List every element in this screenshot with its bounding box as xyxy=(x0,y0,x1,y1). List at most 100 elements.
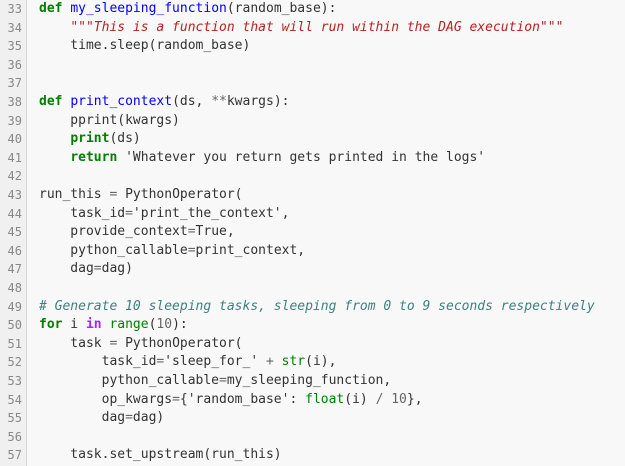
code-line: 54 op_kwargs={'random_base': float(i) / … xyxy=(0,391,625,410)
code-line: 42 xyxy=(0,167,625,186)
line-number: 50 xyxy=(7,318,22,333)
code-token: (i), xyxy=(305,354,337,370)
code-token: run_this xyxy=(39,187,110,202)
code-line: 40 print(ds) xyxy=(0,130,625,149)
code-line: 39 pprint(kwargs) xyxy=(0,112,625,131)
code-line: 37 xyxy=(0,74,625,93)
code-text: def my_sleeping_function(random_base): xyxy=(39,0,336,19)
code-token: op_kwargs xyxy=(39,391,173,407)
code-token: print_context, xyxy=(195,242,306,258)
code-token: 10 xyxy=(391,391,407,407)
line-number: 43 xyxy=(7,188,22,202)
code-token: pprint(kwargs) xyxy=(39,112,180,128)
code-line: 38 def print_context(ds, **kwargs): xyxy=(0,93,625,112)
code-token: ): xyxy=(172,317,188,333)
code-token: python_callable xyxy=(39,242,188,258)
code-text: python_callable=my_sleeping_function, xyxy=(39,372,392,391)
code-token: = xyxy=(125,410,133,426)
code-line: 52 task_id='sleep_for_' + str(i), xyxy=(0,353,625,372)
code-token: {'random_base': xyxy=(179,391,306,407)
code-token: (i) xyxy=(344,391,376,407)
code-token: kwargs): xyxy=(226,94,290,109)
line-number: 46 xyxy=(7,243,22,258)
code-text: pprint(kwargs) xyxy=(39,112,180,131)
code-token: dag) xyxy=(101,261,133,277)
line-number: 33 xyxy=(7,2,22,16)
code-token: task xyxy=(39,335,110,351)
code-token: = xyxy=(219,373,227,388)
code-token: def xyxy=(39,1,63,16)
code-text: print(ds) xyxy=(39,130,141,149)
code-text: provide_context=True, xyxy=(39,223,235,242)
line-number: 34 xyxy=(7,20,22,35)
code-text: for i in range(10): xyxy=(39,316,188,335)
code-token: time.sleep(random_base) xyxy=(39,38,251,54)
code-line: 33 def my_sleeping_function(random_base): xyxy=(0,0,625,19)
code-text: time.sleep(random_base) xyxy=(39,37,250,56)
code-token: # Generate 10 sleeping tasks, sleeping f… xyxy=(39,298,595,314)
line-number: 51 xyxy=(7,336,22,351)
code-token: = xyxy=(187,224,196,240)
code-line: 45 provide_context=True, xyxy=(0,223,625,242)
code-line: 48 xyxy=(0,279,625,298)
line-number: 38 xyxy=(7,95,22,109)
code-token: (ds) xyxy=(109,131,141,147)
code-token: 'Whatever you return gets printed in the… xyxy=(117,149,486,165)
line-number: 49 xyxy=(7,299,22,314)
code-token: return xyxy=(70,149,118,165)
code-token: in xyxy=(85,317,102,333)
code-text: run_this = PythonOperator( xyxy=(39,186,243,205)
code-token: dag xyxy=(39,410,126,426)
code-line: 47 dag=dag) xyxy=(0,260,625,279)
code-view: 33 def my_sleeping_function(random_base):… xyxy=(0,0,625,466)
code-line: 35 time.sleep(random_base) xyxy=(0,37,625,56)
line-number: 56 xyxy=(7,429,22,444)
code-text: dag=dag) xyxy=(39,260,133,279)
code-token: for xyxy=(39,317,63,333)
code-token: = xyxy=(93,261,102,277)
code-line: 34 """This is a function that will run w… xyxy=(0,19,625,38)
code-line: 55 dag=dag) xyxy=(0,409,625,428)
line-number: 41 xyxy=(7,150,22,165)
code-token: True, xyxy=(195,224,235,240)
code-token: float xyxy=(305,391,345,407)
code-token: PythonOperator( xyxy=(117,335,243,351)
code-text: task = PythonOperator( xyxy=(39,335,243,354)
code-text: dag=dag) xyxy=(39,409,165,428)
code-token: my_sleeping_function xyxy=(70,1,227,16)
line-number: 47 xyxy=(7,262,22,277)
line-number: 40 xyxy=(7,132,22,147)
code-text: task_id='print_the_context', xyxy=(39,205,289,224)
code-token: print_context xyxy=(70,94,173,109)
code-token: }, xyxy=(406,391,423,407)
code-token: ** xyxy=(211,94,227,109)
code-token: my_sleeping_function, xyxy=(226,373,392,388)
line-number: 45 xyxy=(7,225,22,240)
code-line: 44 task_id='print_the_context', xyxy=(0,205,625,224)
code-text: op_kwargs={'random_base': float(i) / 10}… xyxy=(39,391,423,410)
code-text: return 'Whatever you return gets printed… xyxy=(39,149,485,168)
code-line: 36 xyxy=(0,56,625,75)
code-text: def print_context(ds, **kwargs): xyxy=(39,93,289,112)
code-token: PythonOperator( xyxy=(117,187,243,202)
code-token: """This is a function that will run with… xyxy=(70,19,564,35)
line-number: 54 xyxy=(7,392,22,407)
code-token: 'sleep_for_' xyxy=(164,354,266,370)
code-token: task_id xyxy=(39,354,157,370)
code-text: python_callable=print_context, xyxy=(39,242,305,261)
code-token: def xyxy=(39,94,63,109)
code-token: = xyxy=(125,205,133,221)
code-line: 50 for i in range(10): xyxy=(0,316,625,335)
code-token: task_id xyxy=(39,205,126,221)
code-line: 56 xyxy=(0,428,625,447)
code-text: """This is a function that will run with… xyxy=(39,19,563,38)
code-line: 57 task.set_upstream(run_this) xyxy=(0,446,625,465)
code-token: = xyxy=(187,242,196,258)
code-token: + xyxy=(265,354,274,370)
code-text: task.set_upstream(run_this) xyxy=(39,446,281,465)
line-number: 44 xyxy=(7,206,22,221)
code-token: (ds, xyxy=(172,94,212,109)
